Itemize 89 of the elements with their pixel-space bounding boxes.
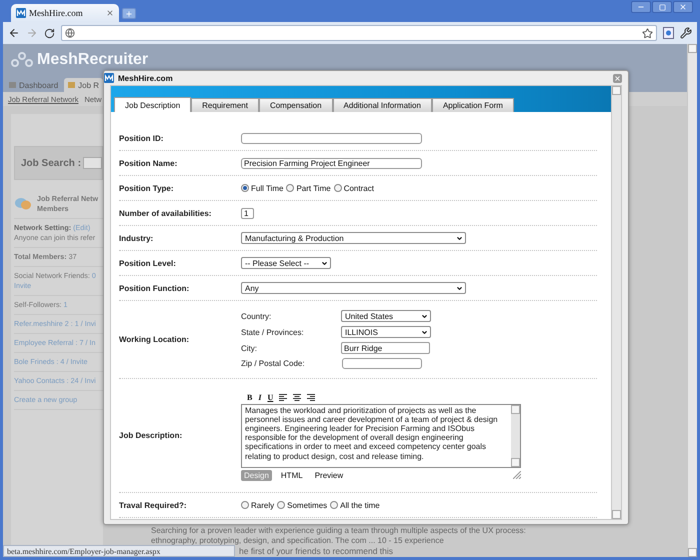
radio-button[interactable] xyxy=(330,501,338,509)
field-label: Country: xyxy=(241,312,272,320)
align-icon[interactable] xyxy=(293,394,302,400)
format-button[interactable]: I xyxy=(258,392,262,402)
field-label: Position Function: xyxy=(119,284,190,292)
radio-option[interactable]: Sometimes xyxy=(277,500,328,510)
radio-option[interactable]: All the time xyxy=(330,500,380,510)
description-editor[interactable]: Manages the workload and prioritization of projects as well as the personnel issues and career development of a team of project & design engineers. Engineering leader for Precision Farming and ISObus responsible for the development of overall design engineering specifications in order to meet and exceed competency center goals relating to product design, cost and release timing. xyxy=(241,404,521,468)
dropdown[interactable]: United States xyxy=(341,310,431,322)
tab[interactable]: Job Description xyxy=(114,97,192,112)
field-label: Zip / Postal Code: xyxy=(241,359,306,368)
field-label: State / Provinces: xyxy=(241,328,305,336)
plus-icon xyxy=(125,10,133,18)
job-snippet: Searching for a proven leader with experience guiding a team through multiple aspects of the UX process: ethnography, prototyping, design, and specification. The com ... 10 - 15 experience xyxy=(151,526,527,545)
globe-icon xyxy=(65,28,75,38)
radio-button[interactable] xyxy=(334,184,342,192)
search-field[interactable] xyxy=(83,157,102,169)
radio-option[interactable]: Contract xyxy=(334,184,374,192)
chat-icon xyxy=(14,197,32,211)
caret-icon xyxy=(456,284,463,292)
field-label: City: xyxy=(241,344,258,352)
dropdown[interactable]: -- Please Select -- xyxy=(241,257,331,269)
dashboard-icon xyxy=(9,82,16,88)
radio-option[interactable]: Part Time xyxy=(286,184,331,192)
field-label: Position Level: xyxy=(119,258,177,268)
minimize-button[interactable] xyxy=(631,1,651,13)
close-icon[interactable] xyxy=(106,9,114,17)
resize-grip-icon[interactable] xyxy=(513,471,521,479)
close-button[interactable] xyxy=(613,74,622,82)
reload-icon[interactable] xyxy=(44,28,55,38)
mode-tab[interactable]: HTML xyxy=(278,470,306,480)
search-label: Job Search : xyxy=(21,158,82,168)
star-icon[interactable] xyxy=(642,28,653,38)
maximize-button[interactable] xyxy=(652,1,672,13)
radio-option[interactable]: Full Time xyxy=(241,184,284,192)
field-label: Traval Required?: xyxy=(119,500,188,510)
back-icon[interactable] xyxy=(8,27,20,39)
tab-icon xyxy=(68,82,76,88)
mode-tab[interactable]: Preview xyxy=(312,470,346,480)
text-field[interactable] xyxy=(342,358,422,369)
radio-button[interactable] xyxy=(286,184,294,192)
radio-button[interactable] xyxy=(241,501,249,509)
close-icon xyxy=(679,3,687,11)
tab[interactable]: Application Form xyxy=(432,98,514,112)
format-button[interactable]: B xyxy=(247,392,252,402)
logo-text: MeshRecruiter xyxy=(37,51,148,69)
format-button[interactable]: U xyxy=(267,392,274,402)
field-label: Position Name: xyxy=(119,158,178,168)
text-field[interactable] xyxy=(241,132,422,144)
caret-icon xyxy=(421,328,428,336)
caret-icon xyxy=(421,312,428,320)
text-field[interactable]: Burr Ridge xyxy=(341,342,430,354)
radio-option[interactable]: Rarely xyxy=(241,500,274,510)
number-field[interactable]: 1 xyxy=(241,208,254,218)
status-bar: beta.meshhire.com/Employer-job-manager.aspx xyxy=(3,545,235,557)
field-label: Position Type: xyxy=(119,184,175,192)
dropdown[interactable]: ILLINOIS xyxy=(341,326,431,338)
field-label: Number of availabilities: xyxy=(119,208,212,218)
browser-tab[interactable]: MeshHire.com xyxy=(11,4,119,22)
new-tab-button[interactable] xyxy=(122,8,136,19)
field-label: Industry: xyxy=(119,234,154,242)
nav-tab[interactable]: Job R xyxy=(64,78,104,92)
maximize-icon xyxy=(658,4,666,10)
field-label: Job Description: xyxy=(119,431,184,440)
wrench-icon[interactable] xyxy=(680,27,692,39)
close-button[interactable] xyxy=(673,1,693,13)
radio-button[interactable] xyxy=(241,184,249,192)
logo-icon xyxy=(11,52,33,68)
align-icon[interactable] xyxy=(307,394,316,400)
scrollbar xyxy=(511,404,520,466)
caret-icon xyxy=(456,234,463,242)
dropdown[interactable]: Any xyxy=(241,282,466,294)
forward-icon[interactable] xyxy=(26,27,38,39)
logo-icon xyxy=(16,8,26,18)
page-icon[interactable] xyxy=(663,27,674,39)
radio-button[interactable] xyxy=(277,501,286,509)
dialog-title: MeshHire.com xyxy=(118,74,174,82)
tab[interactable]: Requirement xyxy=(191,98,259,112)
text-field[interactable]: Precision Farming Project Engineer xyxy=(241,158,422,168)
tab-title: MeshHire.com xyxy=(29,8,84,18)
tab[interactable]: Additional Information xyxy=(332,98,432,112)
caret-icon xyxy=(321,260,328,266)
dropdown[interactable]: Manufacturing & Production xyxy=(241,232,466,244)
field-label: Working Location: xyxy=(119,335,190,344)
tab[interactable]: Compensation xyxy=(258,98,333,112)
recommend-text: he first of your friends to recommend this xyxy=(239,546,394,556)
field-label: Position ID: xyxy=(119,134,164,142)
logo-icon xyxy=(104,73,114,83)
align-icon[interactable] xyxy=(279,394,288,400)
